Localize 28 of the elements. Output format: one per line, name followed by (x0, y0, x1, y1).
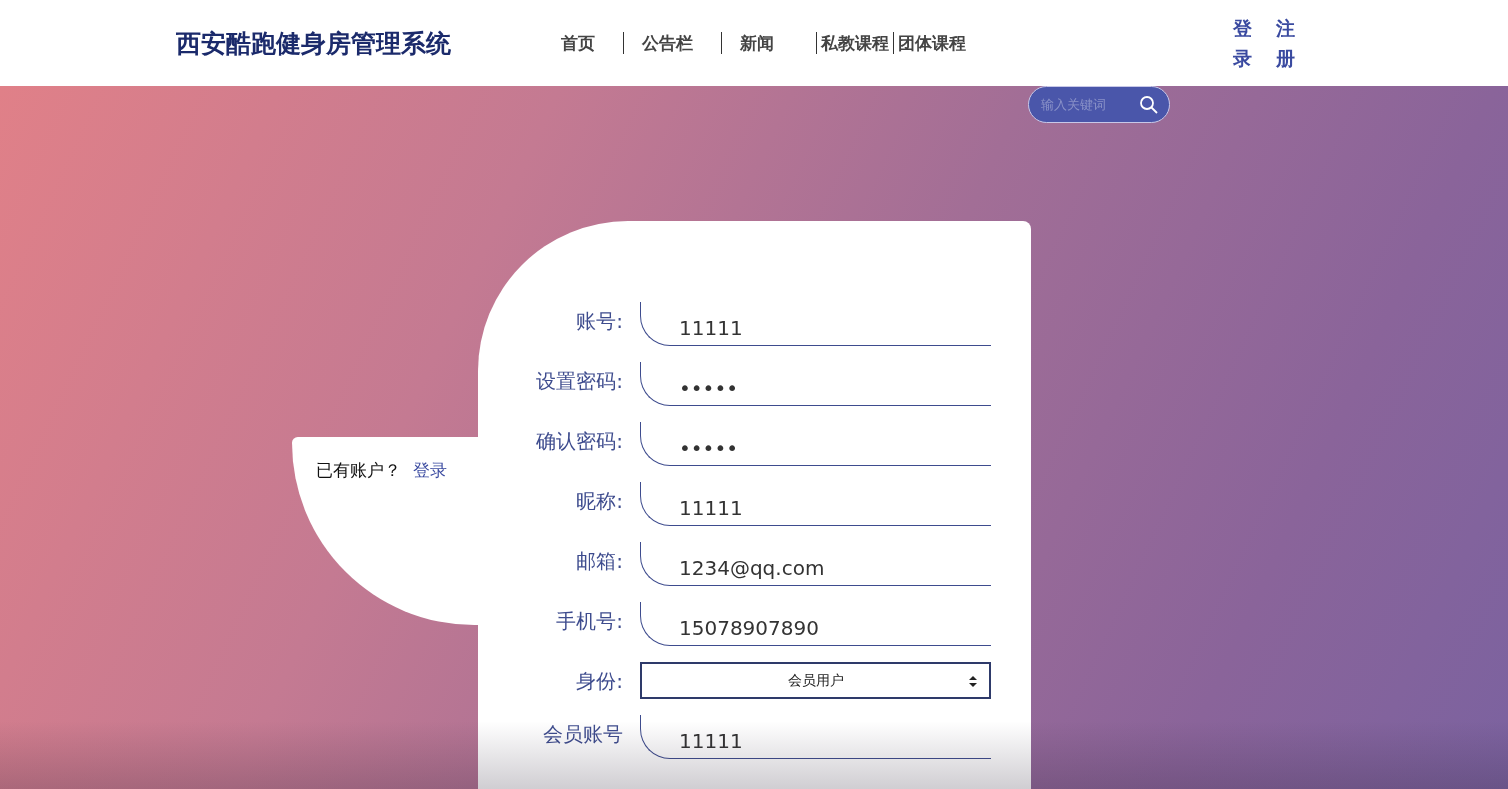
auth-link[interactable]: 登录 (1233, 12, 1252, 74)
nav-link[interactable]: 新闻 (721, 32, 792, 54)
nav-link[interactable]: 私教课程 (816, 32, 893, 54)
site-logo: 西安酷跑健身房管理系统 (176, 27, 452, 60)
field-label: 确认密码: (535, 428, 623, 455)
field-label: 身份: (575, 668, 623, 695)
login-link[interactable]: 登录 (413, 459, 447, 482)
input-field[interactable]: ••••• (640, 422, 991, 466)
select-field[interactable]: 会员用户 (640, 662, 991, 699)
nav-link[interactable]: 团体课程 (893, 32, 970, 54)
input-field[interactable]: 11111 (640, 482, 991, 526)
field-label: 账号: (575, 308, 623, 335)
input-field[interactable]: 1234@qq.com (640, 542, 991, 586)
input-field[interactable]: 15078907890 (640, 602, 991, 646)
updown-icon (969, 676, 977, 687)
field-label: 昵称: (575, 488, 623, 515)
field-label: 邮箱: (575, 548, 623, 575)
auth-link[interactable]: 注册 (1276, 12, 1295, 74)
nav-link[interactable]: 公告栏 (623, 32, 711, 54)
input-field[interactable]: ••••• (640, 362, 991, 406)
search-icon[interactable] (1139, 94, 1159, 115)
field-label: 手机号: (555, 608, 623, 635)
field-label: 设置密码: (535, 368, 623, 395)
input-field[interactable]: 11111 (640, 715, 991, 759)
field-label: 会员账号 (542, 721, 623, 748)
side-text: 已有账户？ (316, 459, 401, 482)
nav-link[interactable]: 首页 (555, 32, 601, 54)
input-field[interactable]: 11111 (640, 302, 991, 346)
